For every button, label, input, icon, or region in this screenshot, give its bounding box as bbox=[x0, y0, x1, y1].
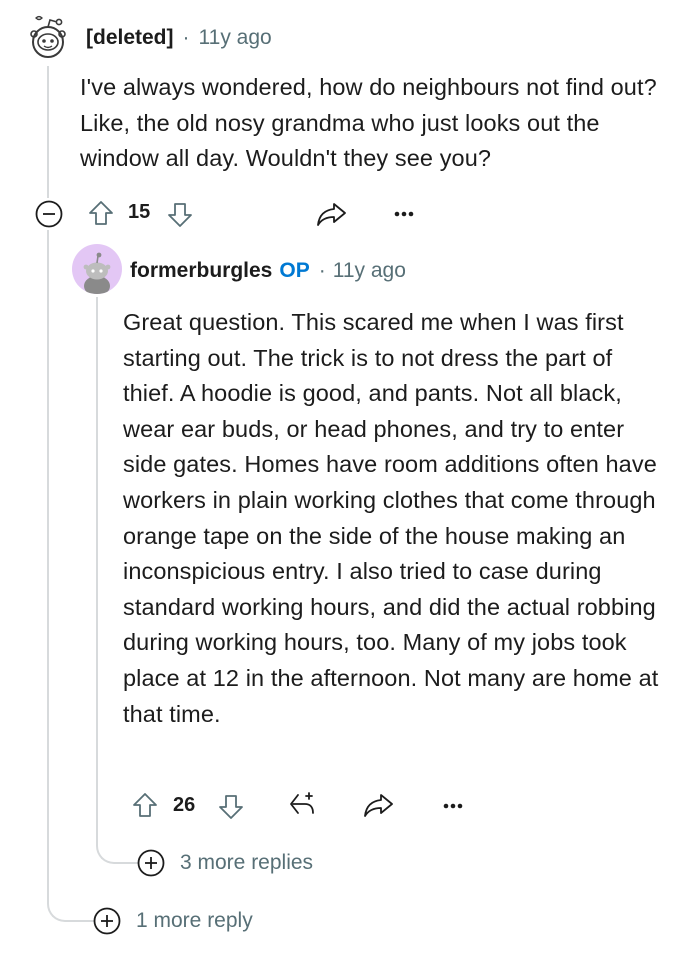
reply-author[interactable]: formerburgles bbox=[130, 259, 272, 283]
reply-header: formerburgles OP · 11y ago bbox=[130, 259, 406, 283]
comment-thread-line[interactable] bbox=[47, 66, 49, 198]
share-icon bbox=[364, 794, 393, 817]
more-options-button[interactable] bbox=[392, 208, 416, 220]
comment-timestamp: 11y ago bbox=[198, 26, 272, 49]
more-replies-label: 3 more replies bbox=[180, 851, 314, 874]
share-button[interactable] bbox=[315, 199, 349, 229]
parent-thread-curve bbox=[47, 898, 95, 922]
meta-separator: · bbox=[318, 259, 326, 282]
meta-separator: · bbox=[182, 26, 190, 49]
upvote-icon bbox=[89, 201, 113, 225]
deleted-avatar-icon bbox=[30, 15, 66, 58]
collapse-icon bbox=[35, 200, 63, 228]
award-icon bbox=[290, 792, 314, 814]
more-reply-button[interactable]: 1 more reply bbox=[92, 906, 253, 936]
reply-body: Great question. This scared me when I wa… bbox=[123, 309, 659, 727]
more-replies-button[interactable]: 3 more replies bbox=[136, 848, 313, 878]
upvote-button[interactable] bbox=[130, 790, 160, 820]
parent-thread-line[interactable] bbox=[47, 230, 49, 900]
deleted-user-avatar[interactable] bbox=[22, 12, 74, 64]
share-icon bbox=[317, 203, 346, 226]
more-reply-label: 1 more reply bbox=[136, 909, 253, 932]
more-options-button[interactable] bbox=[441, 800, 465, 812]
downvote-button[interactable] bbox=[216, 792, 246, 822]
comment-header: [deleted] · 11y ago bbox=[86, 26, 272, 50]
expand-plus-icon bbox=[93, 907, 121, 935]
comment-vote-count: 15 bbox=[128, 201, 151, 223]
award-button[interactable] bbox=[285, 789, 319, 821]
upvote-button[interactable] bbox=[86, 198, 116, 228]
reply-timestamp: 11y ago bbox=[332, 259, 406, 282]
comment-author[interactable]: [deleted] bbox=[86, 26, 174, 50]
snoo-avatar-icon bbox=[83, 252, 111, 294]
reply-avatar[interactable] bbox=[72, 244, 122, 294]
comment-body: I've always wondered, how do neighbours … bbox=[80, 74, 657, 172]
upvote-icon bbox=[133, 793, 157, 817]
share-button[interactable] bbox=[362, 790, 396, 820]
reply-vote-count: 26 bbox=[173, 794, 196, 816]
downvote-icon bbox=[219, 795, 243, 819]
downvote-button[interactable] bbox=[165, 200, 195, 230]
more-options-icon bbox=[443, 803, 463, 809]
collapse-button[interactable] bbox=[34, 199, 64, 229]
reply-thread-line[interactable] bbox=[96, 297, 98, 842]
expand-plus-icon bbox=[137, 849, 165, 877]
reply-thread-curve bbox=[96, 840, 138, 864]
op-badge: OP bbox=[279, 259, 310, 282]
more-options-icon bbox=[394, 211, 414, 217]
downvote-icon bbox=[168, 203, 192, 227]
